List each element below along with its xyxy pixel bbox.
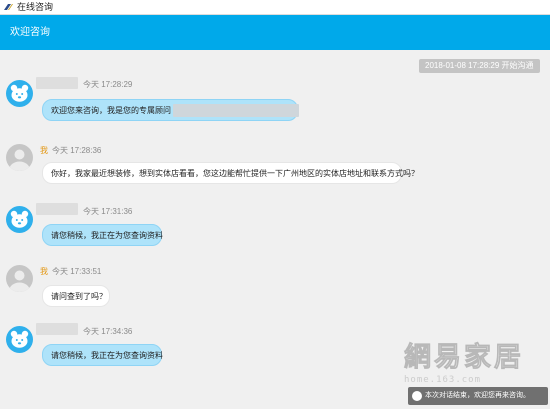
toast-text: 本次对话结束，欢迎您再来咨询。 — [425, 392, 530, 399]
message-time: 今天 17:34:36 — [83, 327, 133, 336]
bear-icon — [10, 84, 29, 102]
agent-name-redacted — [36, 323, 78, 335]
title-bar: 在线咨询 — [0, 0, 550, 15]
message-time: 今天 17:28:29 — [83, 80, 133, 89]
agent-name-redacted — [36, 77, 78, 89]
advisor-name-redacted — [173, 104, 299, 118]
agent-avatar — [6, 326, 33, 353]
agent-avatar — [6, 80, 33, 107]
header-title: 欢迎咨询 — [10, 27, 50, 38]
window-title: 在线咨询 — [17, 2, 54, 12]
info-icon — [412, 391, 422, 401]
message-time: 今天 17:31:36 — [83, 207, 133, 216]
netease-home-watermark: 網易家居 home.163.com 本次对话结束，欢迎您再来咨询。 — [398, 342, 550, 409]
message-text: 你好，我家最近想装修，想到实体店看看，您这边能帮忙提供一下广州地区的实体店地址和… — [51, 169, 419, 178]
agent-avatar — [6, 206, 33, 233]
chat-header: 欢迎咨询 — [0, 15, 550, 50]
message-time: 今天 17:33:51 — [52, 267, 102, 276]
agent-message-bubble: 请您稍候，我正在为您查询资料 — [42, 224, 163, 246]
agent-message-bubble: 欢迎您来咨询，我是您的专属顾问 — [42, 99, 299, 121]
message-text: 欢迎您来咨询，我是您的专属顾问 — [51, 106, 171, 115]
session-end-toast: 本次对话结束，欢迎您再来咨询。 — [408, 387, 548, 405]
message-text: 请问查到了吗？ — [51, 292, 107, 301]
agent-name-redacted — [36, 203, 78, 215]
person-icon — [9, 149, 30, 171]
user-avatar — [6, 144, 33, 171]
session-start-badge: 2018-01-08 17:28:29 开始沟通 — [419, 59, 540, 73]
app-icon — [3, 2, 14, 12]
message-text: 请您稍候，我正在为您查询资料 — [51, 351, 163, 360]
user-name: 我 — [40, 267, 48, 276]
user-message-bubble: 请问查到了吗？ — [42, 285, 110, 307]
message-time: 今天 17:28:36 — [52, 146, 102, 155]
user-avatar — [6, 265, 33, 292]
message-text: 请您稍候，我正在为您查询资料 — [51, 231, 163, 240]
watermark-url: home.163.com — [404, 375, 482, 385]
bear-icon — [10, 210, 29, 228]
agent-message-bubble: 请您稍候，我正在为您查询资料 — [42, 344, 163, 366]
watermark-logo: 網易家居 — [404, 342, 524, 374]
user-name: 我 — [40, 146, 48, 155]
user-message-bubble: 你好，我家最近想装修，想到实体店看看，您这边能帮忙提供一下广州地区的实体店地址和… — [42, 162, 419, 184]
bear-icon — [10, 330, 29, 348]
person-icon — [9, 270, 30, 292]
